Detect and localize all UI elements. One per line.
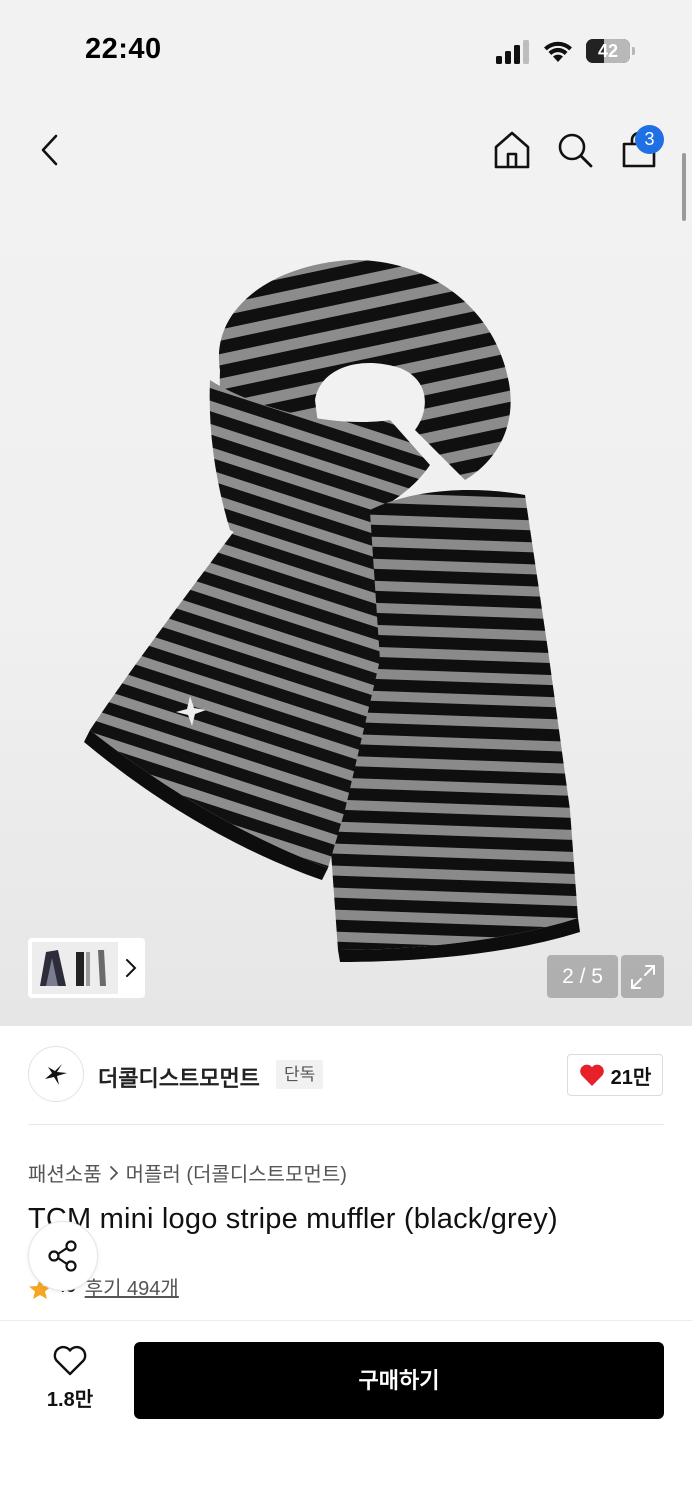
exclusive-badge: 단독 (276, 1060, 324, 1089)
brand-like-count: 21만 (610, 1066, 652, 1089)
thumbnail-images (32, 942, 118, 994)
back-icon (41, 134, 58, 166)
page-indicator: 2 / 5 (547, 955, 618, 998)
divider (28, 1124, 664, 1125)
search-button[interactable] (553, 128, 597, 172)
breadcrumb-category[interactable]: 패션소품 (28, 1158, 102, 1187)
brand-row: 더콜디스트모먼트 단독 21만 (0, 1026, 692, 1126)
expand-icon (630, 964, 655, 989)
battery-level: 42 (597, 41, 619, 61)
product-gallery[interactable]: 3 2 / 5 (0, 100, 692, 1026)
product-image[interactable] (70, 250, 610, 970)
breadcrumb-chevron-icon (109, 1165, 118, 1180)
bottom-action-bar: 1.8만 구매하기 (0, 1320, 692, 1500)
wish-button[interactable]: 1.8만 (30, 1345, 110, 1415)
battery-icon: 42 (586, 39, 636, 63)
brand-logo[interactable] (28, 1046, 84, 1102)
home-button[interactable] (490, 128, 534, 172)
breadcrumb: 패션소품 머플러 (더콜디스트모먼트) (28, 1158, 347, 1187)
back-button[interactable] (28, 128, 72, 172)
signal-icon (496, 40, 529, 64)
scrollbar[interactable] (682, 153, 686, 221)
share-icon (48, 1240, 77, 1272)
wifi-icon (544, 41, 572, 62)
home-icon (494, 131, 530, 169)
heart-filled-icon (579, 1064, 604, 1086)
wish-count: 1.8만 (46, 1389, 94, 1411)
expand-button[interactable] (621, 955, 664, 998)
review-link[interactable]: 후기 494개 (85, 1272, 179, 1301)
buy-button[interactable]: 구매하기 (134, 1342, 664, 1419)
status-time: 22:40 (85, 33, 162, 65)
thumbnail-strip[interactable] (28, 938, 145, 998)
cart-count-badge: 3 (635, 125, 664, 154)
brand-star-icon (45, 1064, 67, 1085)
brand-like-button[interactable]: 21만 (567, 1054, 663, 1096)
product-title: TCM mini logo stripe muffler (black/grey… (28, 1203, 558, 1235)
status-bar: 22:40 42 (0, 0, 692, 100)
chevron-right-icon[interactable] (124, 956, 138, 980)
battery-body: 42 (586, 39, 630, 63)
search-icon (558, 133, 593, 168)
breadcrumb-subcategory[interactable]: 머플러 (더콜디스트모먼트) (126, 1158, 347, 1187)
heart-outline-icon (53, 1345, 87, 1376)
share-button[interactable] (28, 1221, 98, 1291)
battery-nub (632, 47, 635, 55)
brand-name[interactable]: 더콜디스트모먼트 (98, 1061, 260, 1093)
